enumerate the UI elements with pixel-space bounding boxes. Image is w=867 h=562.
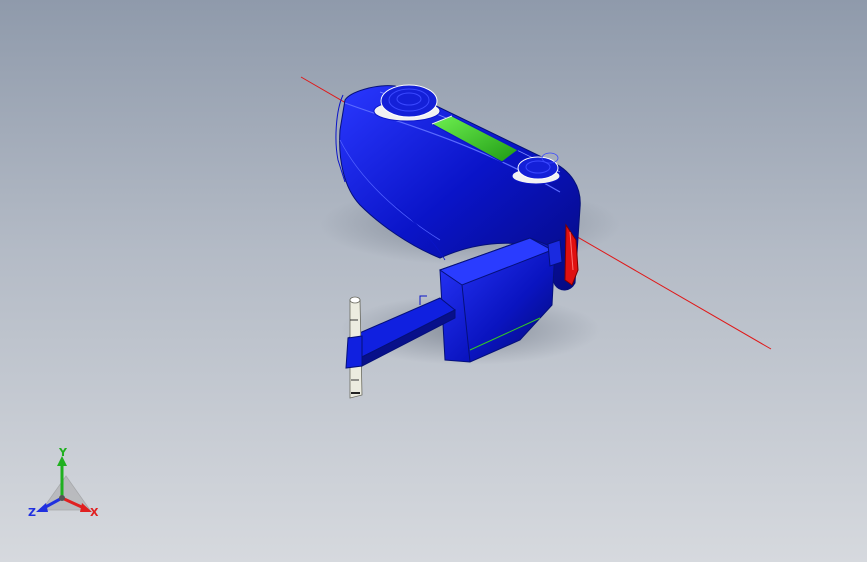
axis-triad: Y X Z [24, 446, 108, 526]
model-scene[interactable] [0, 0, 867, 562]
z-axis-label: Z [28, 506, 36, 519]
x-axis-label: X [90, 506, 99, 519]
y-axis-label: Y [58, 446, 68, 459]
cad-viewport[interactable]: Y X Z [0, 0, 867, 562]
measuring-ruler[interactable] [345, 296, 363, 399]
